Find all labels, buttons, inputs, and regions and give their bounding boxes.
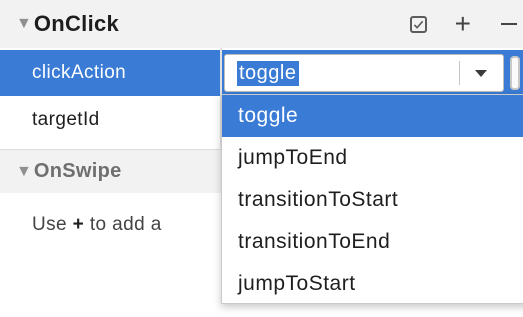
plus-icon[interactable]: + [455, 10, 471, 38]
dropdown-option-jumptostart[interactable]: jumpToStart [222, 263, 523, 305]
clickaction-combobox[interactable]: toggle [224, 54, 504, 92]
section-title-onswipe: OnSwipe [33, 160, 122, 182]
section-title-onclick: OnClick [33, 11, 120, 36]
empty-hint: Use + to add a [32, 214, 162, 236]
hint-suffix: to add a [84, 214, 162, 235]
minus-icon[interactable] [501, 23, 517, 25]
dropdown-option-jumptoend[interactable]: jumpToEnd [222, 137, 523, 179]
hint-prefix: Use [32, 214, 73, 235]
side-handle[interactable] [510, 56, 520, 90]
dropdown-option-toggle[interactable]: toggle [222, 95, 523, 137]
checkbox-icon[interactable] [409, 15, 427, 33]
dropdown-option-transitiontoend[interactable]: transitionToEnd [222, 221, 523, 263]
onclick-section-header[interactable]: ▼ OnClick + [0, 0, 523, 48]
clickaction-dropdown-list[interactable]: toggle jumpToEnd transitionToStart trans… [221, 94, 523, 304]
combobox-value[interactable]: toggle [237, 60, 299, 86]
chevron-down-icon[interactable] [467, 55, 495, 91]
combobox-separator [459, 61, 460, 85]
attribute-name-targetid: targetId [32, 109, 100, 130]
header-toolbar: + [409, 0, 523, 48]
collapse-caret-icon[interactable]: ▼ [16, 163, 32, 181]
hint-plus-symbol: + [72, 214, 85, 235]
attribute-name-clickaction: clickAction [32, 62, 127, 83]
dropdown-option-transitiontostart[interactable]: transitionToStart [222, 179, 523, 221]
collapse-caret-icon[interactable]: ▼ [16, 15, 32, 33]
